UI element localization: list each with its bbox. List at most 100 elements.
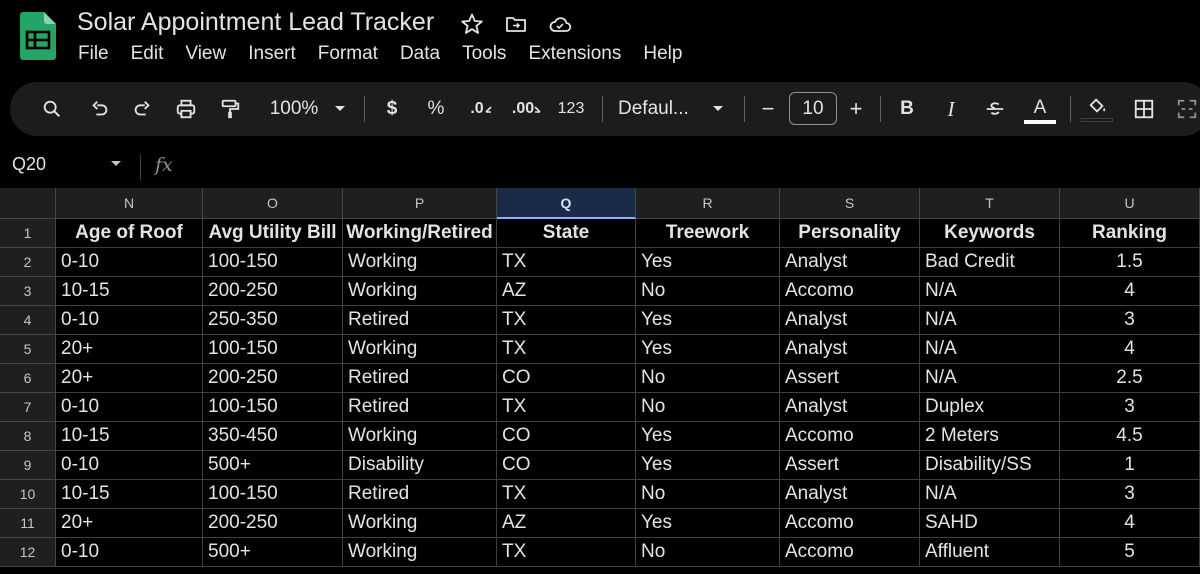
print-icon[interactable] <box>172 82 200 136</box>
table-cell[interactable]: Assert <box>780 364 920 393</box>
strikethrough-icon[interactable] <box>982 82 1008 136</box>
decrease-font-size-button[interactable]: − <box>758 82 778 136</box>
table-cell[interactable]: TX <box>497 306 636 335</box>
header-cell[interactable]: Age of Roof <box>56 219 203 248</box>
menu-tools[interactable]: Tools <box>451 41 517 67</box>
row-header-9[interactable]: 9 <box>0 451 56 480</box>
table-cell[interactable]: 2.5 <box>1060 364 1200 393</box>
table-cell[interactable]: N/A <box>920 306 1060 335</box>
table-cell[interactable]: Retired <box>343 364 497 393</box>
table-cell[interactable]: Analyst <box>780 306 920 335</box>
table-cell[interactable]: 100-150 <box>203 248 343 277</box>
format-percent-button[interactable]: % <box>424 82 448 136</box>
table-cell[interactable]: No <box>636 277 780 306</box>
table-cell[interactable]: 100-150 <box>203 335 343 364</box>
column-header-n[interactable]: N <box>56 188 203 219</box>
table-cell[interactable]: Analyst <box>780 248 920 277</box>
increase-decimal-button[interactable]: .00 <box>510 82 544 136</box>
table-cell[interactable]: Yes <box>636 335 780 364</box>
column-header-u[interactable]: U <box>1060 188 1200 219</box>
column-header-r[interactable]: R <box>636 188 780 219</box>
table-cell[interactable]: TX <box>497 335 636 364</box>
row-header-11[interactable]: 11 <box>0 509 56 538</box>
table-cell[interactable]: Working <box>343 538 497 567</box>
table-cell[interactable]: SAHD <box>920 509 1060 538</box>
increase-font-size-button[interactable]: + <box>846 82 866 136</box>
table-cell[interactable]: Working <box>343 248 497 277</box>
table-cell[interactable]: 1.5 <box>1060 248 1200 277</box>
table-cell[interactable]: Yes <box>636 422 780 451</box>
row-header-3[interactable]: 3 <box>0 277 56 306</box>
table-cell[interactable]: Disability <box>343 451 497 480</box>
menu-help[interactable]: Help <box>632 41 693 67</box>
table-cell[interactable]: CO <box>497 422 636 451</box>
header-cell[interactable]: State <box>497 219 636 248</box>
table-cell[interactable]: Analyst <box>780 393 920 422</box>
table-cell[interactable]: Working <box>343 509 497 538</box>
table-cell[interactable]: 4.5 <box>1060 422 1200 451</box>
table-cell[interactable]: 10-15 <box>56 480 203 509</box>
table-cell[interactable]: Working <box>343 422 497 451</box>
table-cell[interactable]: 500+ <box>203 451 343 480</box>
more-formats-button[interactable]: 123 <box>554 82 588 136</box>
fill-color-icon[interactable] <box>1080 82 1114 136</box>
decrease-decimal-button[interactable]: .0 <box>466 82 496 136</box>
cloud-status-icon[interactable] <box>548 12 572 36</box>
menu-extensions[interactable]: Extensions <box>517 41 632 67</box>
table-cell[interactable]: 5 <box>1060 538 1200 567</box>
row-header-7[interactable]: 7 <box>0 393 56 422</box>
table-cell[interactable]: 4 <box>1060 509 1200 538</box>
table-cell[interactable]: Working <box>343 277 497 306</box>
header-cell[interactable]: Personality <box>780 219 920 248</box>
table-cell[interactable]: Retired <box>343 480 497 509</box>
row-header-12[interactable]: 12 <box>0 538 56 567</box>
format-currency-button[interactable]: $ <box>380 82 404 136</box>
select-all-corner[interactable] <box>0 188 56 219</box>
table-cell[interactable]: Accomo <box>780 538 920 567</box>
italic-button[interactable]: I <box>940 82 962 136</box>
redo-icon[interactable] <box>128 82 156 136</box>
table-cell[interactable]: Assert <box>780 451 920 480</box>
table-cell[interactable]: Affluent <box>920 538 1060 567</box>
column-header-q[interactable]: Q <box>497 188 636 219</box>
menu-file[interactable]: File <box>67 41 120 67</box>
table-cell[interactable]: Yes <box>636 509 780 538</box>
table-cell[interactable]: Retired <box>343 306 497 335</box>
table-cell[interactable]: 100-150 <box>203 393 343 422</box>
sheets-logo-icon[interactable] <box>20 12 56 60</box>
column-header-s[interactable]: S <box>780 188 920 219</box>
table-cell[interactable]: N/A <box>920 335 1060 364</box>
header-cell[interactable]: Working/Retired <box>343 219 497 248</box>
table-cell[interactable]: Yes <box>636 451 780 480</box>
move-to-folder-icon[interactable] <box>504 12 528 36</box>
table-cell[interactable]: AZ <box>497 277 636 306</box>
document-title[interactable]: Solar Appointment Lead Tracker <box>77 8 434 37</box>
table-cell[interactable]: Bad Credit <box>920 248 1060 277</box>
row-header-10[interactable]: 10 <box>0 480 56 509</box>
borders-icon[interactable] <box>1130 82 1158 136</box>
menu-view[interactable]: View <box>174 41 237 67</box>
zoom-select[interactable]: 100% <box>264 82 324 136</box>
table-cell[interactable]: No <box>636 393 780 422</box>
table-cell[interactable]: Yes <box>636 306 780 335</box>
text-color-button[interactable]: A <box>1022 82 1058 136</box>
star-icon[interactable] <box>460 12 484 36</box>
table-cell[interactable]: 100-150 <box>203 480 343 509</box>
header-cell[interactable]: Ranking <box>1060 219 1200 248</box>
table-cell[interactable]: 0-10 <box>56 248 203 277</box>
table-cell[interactable]: Duplex <box>920 393 1060 422</box>
font-family-select[interactable]: Defaul... <box>618 82 698 136</box>
header-cell[interactable]: Avg Utility Bill <box>203 219 343 248</box>
table-cell[interactable]: TX <box>497 393 636 422</box>
table-cell[interactable]: TX <box>497 248 636 277</box>
row-header-5[interactable]: 5 <box>0 335 56 364</box>
row-header-2[interactable]: 2 <box>0 248 56 277</box>
table-cell[interactable]: N/A <box>920 277 1060 306</box>
table-cell[interactable]: Analyst <box>780 335 920 364</box>
table-cell[interactable]: Retired <box>343 393 497 422</box>
table-cell[interactable]: Analyst <box>780 480 920 509</box>
table-cell[interactable]: 200-250 <box>203 509 343 538</box>
column-header-t[interactable]: T <box>920 188 1060 219</box>
header-cell[interactable]: Keywords <box>920 219 1060 248</box>
zoom-chevron-down-icon[interactable] <box>330 82 350 136</box>
